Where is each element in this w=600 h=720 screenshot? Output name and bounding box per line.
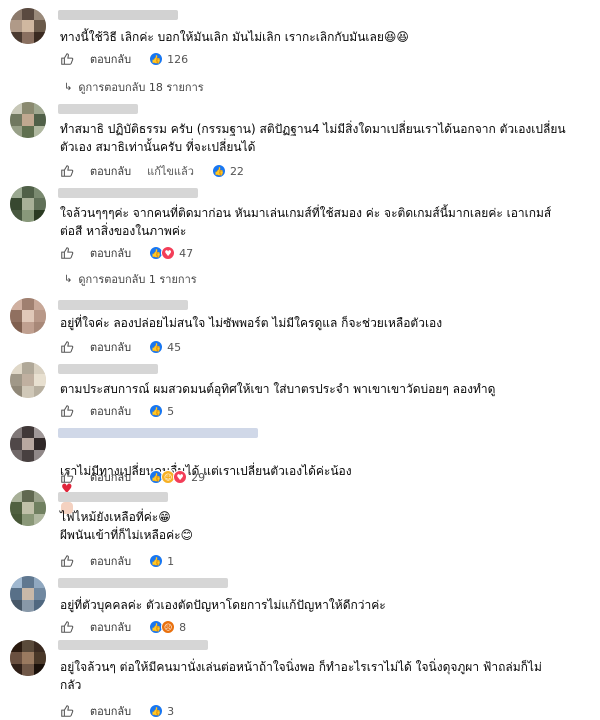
love-reaction-icon: ♥ bbox=[173, 470, 188, 484]
author-name-blurred[interactable] bbox=[58, 578, 228, 588]
reply-button[interactable]: ตอบกลับ bbox=[90, 244, 131, 262]
reaction-summary[interactable]: 👍 bbox=[149, 404, 164, 418]
reaction-count[interactable]: 29 bbox=[191, 471, 205, 484]
avatar[interactable] bbox=[10, 362, 46, 398]
comment-actions: ตอบกลับ แก้ไขแล้ว 👍 22 bbox=[60, 162, 244, 180]
reaction-summary[interactable]: 👍 ♥ bbox=[149, 246, 176, 260]
reply-button[interactable]: ตอบกลับ bbox=[90, 162, 131, 180]
avatar[interactable] bbox=[10, 186, 46, 222]
author-name-blurred[interactable] bbox=[58, 300, 188, 310]
comment-actions: ตอบกลับ 👍 45 bbox=[60, 338, 181, 356]
thumbs-up-outline-icon[interactable] bbox=[60, 246, 74, 260]
reaction-summary[interactable]: 👍 bbox=[211, 164, 226, 178]
author-name-blurred[interactable] bbox=[58, 428, 258, 438]
thumbs-up-outline-icon[interactable] bbox=[60, 404, 74, 418]
reaction-summary[interactable]: 👍 bbox=[149, 340, 164, 354]
reaction-count[interactable]: 8 bbox=[179, 621, 186, 634]
comment-text: ใจล้วนๆๆๆค่ะ จากคนที่ติดมาก่อน หันมาเล่น… bbox=[60, 206, 552, 238]
author-name-blurred[interactable] bbox=[58, 492, 168, 502]
avatar[interactable] bbox=[10, 490, 46, 526]
comment-text: ทำสมาธิ ปฏิบัติธรรม ครับ (กรรมฐาน) สติปั… bbox=[60, 122, 566, 154]
reaction-count[interactable]: 1 bbox=[167, 555, 174, 568]
thumbs-up-outline-icon[interactable] bbox=[60, 52, 74, 66]
thumbs-up-outline-icon[interactable] bbox=[60, 164, 74, 178]
reply-button[interactable]: ตอบกลับ bbox=[90, 402, 131, 420]
reaction-count[interactable]: 22 bbox=[230, 165, 244, 178]
author-name-blurred[interactable] bbox=[58, 640, 208, 650]
reaction-summary[interactable]: 👍 ☺ ♥ bbox=[149, 470, 188, 484]
comment-actions: ตอบกลับ 👍 ☹ 8 bbox=[60, 618, 186, 636]
reaction-count[interactable]: 5 bbox=[167, 405, 174, 418]
thumbs-up-outline-icon[interactable] bbox=[60, 554, 74, 568]
author-name-blurred[interactable] bbox=[58, 10, 178, 20]
reply-button[interactable]: ตอบกลับ bbox=[90, 50, 131, 68]
angry-reaction-icon: ☹ bbox=[161, 620, 176, 634]
reply-button[interactable]: ตอบกลับ bbox=[90, 552, 131, 570]
reaction-summary[interactable]: 👍 bbox=[149, 704, 164, 718]
comment-text: ตามประสบการณ์ ผมสวดมนต์อุทิศให้เขา ใส่บา… bbox=[60, 382, 496, 396]
reply-arrow-icon: ↳ bbox=[64, 273, 73, 285]
reply-arrow-icon: ↳ bbox=[64, 81, 73, 93]
reaction-count[interactable]: 45 bbox=[167, 341, 181, 354]
reaction-summary[interactable]: 👍 ☹ bbox=[149, 620, 176, 634]
like-reaction-icon: 👍 bbox=[149, 554, 164, 568]
like-reaction-icon: 👍 bbox=[149, 404, 164, 418]
comment-text: ไฟไหม้ยังเหลือที่ค่ะ😁 ผีพนันเข้าที่ก็ไม่… bbox=[60, 510, 194, 542]
comment-text: อยู่ที่ตัวบุคคลค่ะ ตัวเองตัดปัญหาโดยการไ… bbox=[60, 598, 386, 612]
thumbs-up-outline-icon[interactable] bbox=[60, 470, 74, 484]
reply-button[interactable]: ตอบกลับ bbox=[90, 618, 131, 636]
author-name-blurred[interactable] bbox=[58, 104, 138, 114]
comment-actions: ตอบกลับ 👍 3 bbox=[60, 702, 174, 720]
comment-actions: ตอบกลับ 👍 1 bbox=[60, 552, 174, 570]
avatar[interactable] bbox=[10, 102, 46, 138]
thumbs-up-outline-icon[interactable] bbox=[60, 340, 74, 354]
reaction-count[interactable]: 3 bbox=[167, 705, 174, 718]
comment-text: ทางนี้ใช้วิธี เลิกค่ะ บอกให้มันเลิก มันไ… bbox=[60, 30, 409, 44]
avatar[interactable] bbox=[10, 576, 46, 612]
reply-button[interactable]: ตอบกลับ bbox=[90, 338, 131, 356]
comment-text: อยู่ใจล้วนๆ ต่อให้มีคนมานั่งเล่นต่อหน้าถ… bbox=[60, 660, 542, 692]
view-replies-link[interactable]: ↳ ดูการตอบกลับ 18 รายการ bbox=[64, 78, 204, 96]
love-reaction-icon: ♥ bbox=[161, 246, 176, 260]
comment-actions: ตอบกลับ 👍 126 bbox=[60, 50, 188, 68]
reply-button[interactable]: ตอบกลับ bbox=[90, 468, 131, 486]
reaction-summary[interactable]: 👍 bbox=[149, 52, 164, 66]
reply-button[interactable]: ตอบกลับ bbox=[90, 702, 131, 720]
author-name-blurred[interactable] bbox=[58, 188, 198, 198]
like-reaction-icon: 👍 bbox=[211, 164, 226, 178]
like-reaction-icon: 👍 bbox=[149, 52, 164, 66]
view-replies-link[interactable]: ↳ ดูการตอบกลับ 1 รายการ bbox=[64, 270, 197, 288]
comment-text: อยู่ที่ใจค่ะ ลองปล่อยไม่สนใจ ไม่ซัพพอร์ต… bbox=[60, 316, 443, 330]
like-reaction-icon: 👍 bbox=[149, 340, 164, 354]
reaction-summary[interactable]: 👍 bbox=[149, 554, 164, 568]
thumbs-up-outline-icon[interactable] bbox=[60, 704, 74, 718]
avatar[interactable] bbox=[10, 8, 46, 44]
comment-actions: ตอบกลับ 👍 5 bbox=[60, 402, 174, 420]
reaction-count[interactable]: 126 bbox=[167, 53, 188, 66]
edited-label[interactable]: แก้ไขแล้ว bbox=[147, 162, 194, 180]
avatar[interactable] bbox=[10, 298, 46, 334]
reaction-count[interactable]: 47 bbox=[179, 247, 193, 260]
avatar[interactable] bbox=[10, 640, 46, 676]
author-name-blurred[interactable] bbox=[58, 364, 158, 374]
comment-actions: ตอบกลับ 👍 ☺ ♥ 29 bbox=[60, 468, 205, 486]
thumbs-up-outline-icon[interactable] bbox=[60, 620, 74, 634]
comment-actions: ตอบกลับ 👍 ♥ 47 bbox=[60, 244, 193, 262]
like-reaction-icon: 👍 bbox=[149, 704, 164, 718]
avatar[interactable] bbox=[10, 426, 46, 462]
